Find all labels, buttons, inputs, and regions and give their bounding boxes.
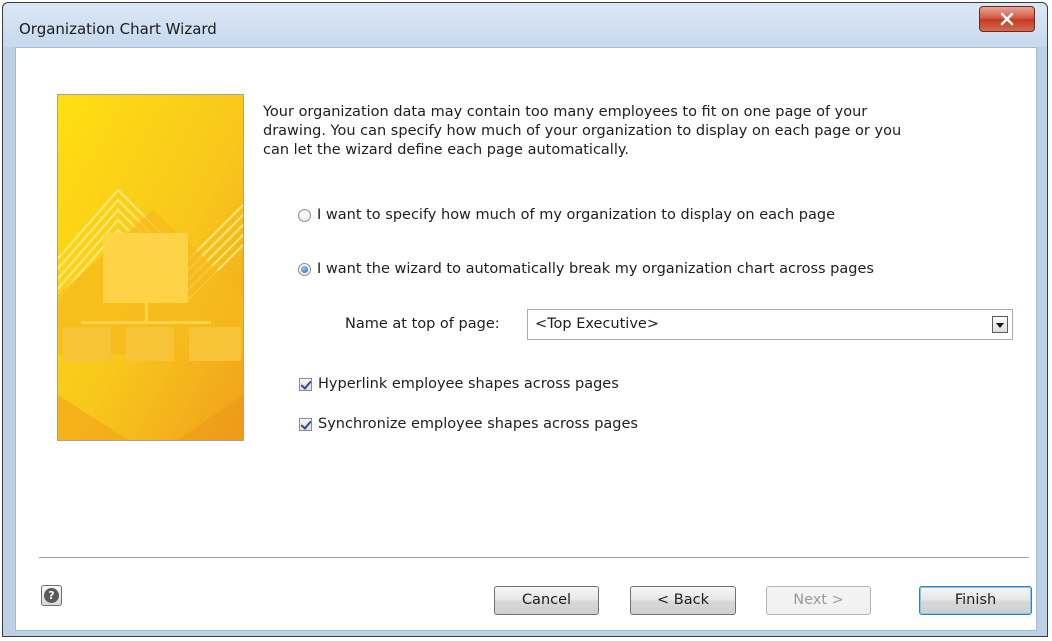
intro-text: Your organization data may contain too m… <box>263 104 902 158</box>
footer-divider <box>39 557 1029 558</box>
finish-button[interactable]: Finish <box>919 586 1032 615</box>
synchronize-checkbox[interactable] <box>299 417 312 431</box>
help-icon: ? <box>44 588 59 603</box>
top-of-page-value: <Top Executive> <box>535 316 659 332</box>
auto-break-label: I want the wizard to automatically break… <box>317 261 874 277</box>
auto-break-option[interactable]: I want the wizard to automatically break… <box>298 259 874 279</box>
wizard-window: Organization Chart Wizard Your organizat… <box>2 2 1048 637</box>
manual-pages-radio[interactable] <box>298 208 311 222</box>
close-button[interactable] <box>979 6 1035 32</box>
next-button[interactable]: Next > <box>766 586 871 615</box>
top-of-page-dropdown[interactable]: <Top Executive> <box>527 309 1013 340</box>
help-button[interactable]: ? <box>41 585 62 606</box>
window-title: Organization Chart Wizard <box>19 20 217 38</box>
manual-pages-label: I want to specify how much of my organiz… <box>317 207 836 223</box>
hyperlink-label: Hyperlink employee shapes across pages <box>318 376 619 392</box>
wizard-banner-image <box>57 94 244 441</box>
synchronize-label: Synchronize employee shapes across pages <box>318 416 638 432</box>
close-icon <box>1000 12 1014 26</box>
manual-pages-option[interactable]: I want to specify how much of my organiz… <box>298 205 835 225</box>
chevron-down-icon[interactable] <box>992 316 1008 333</box>
back-button[interactable]: < Back <box>630 586 736 615</box>
hyperlink-checkbox[interactable] <box>299 377 312 391</box>
cancel-button[interactable]: Cancel <box>494 586 599 615</box>
title-bar: Organization Chart Wizard <box>3 3 1047 47</box>
auto-break-radio[interactable] <box>298 262 311 276</box>
hyperlink-option[interactable]: Hyperlink employee shapes across pages <box>299 374 619 394</box>
synchronize-option[interactable]: Synchronize employee shapes across pages <box>299 414 638 434</box>
top-of-page-label: Name at top of page: <box>345 316 500 332</box>
wizard-content: Your organization data may contain too m… <box>15 47 1037 631</box>
